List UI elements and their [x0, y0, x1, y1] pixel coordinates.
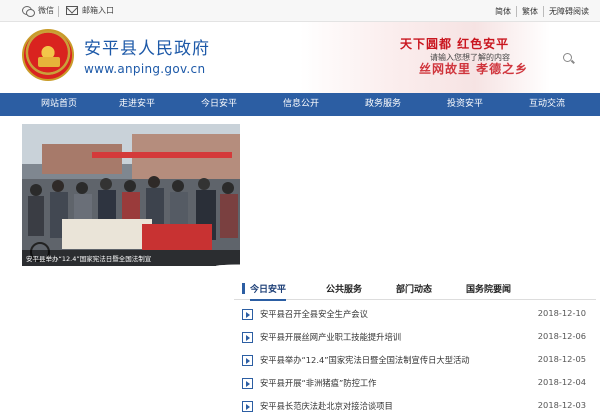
tab-department-news[interactable]: 部门动态: [396, 282, 432, 295]
search-input[interactable]: [430, 50, 560, 64]
news-title[interactable]: 安平县召开全县安全生产会议: [260, 308, 530, 320]
news-title[interactable]: 安平县开展“非洲猪瘟”防控工作: [260, 377, 530, 389]
main-nav: 网站首页 走进安平 今日安平 信息公开 政务服务 投资安平 互动交流: [0, 93, 600, 116]
tab-accent-mark: [242, 283, 245, 294]
tab-state-council-news[interactable]: 国务院要闻: [466, 282, 511, 295]
news-panel: 今日安平 公共服务 部门动态 国务院要闻 安平县召开全县安全生产会议 2018-…: [234, 274, 596, 412]
news-date: 2018-12-05: [537, 354, 586, 364]
news-title[interactable]: 安平县开展丝网产业职工技能提升培训: [260, 331, 530, 343]
news-title[interactable]: 安平县长范庆法赴北京对接洽谈项目: [260, 400, 530, 412]
language-links: 简体 繁体 无障碍阅读: [490, 6, 594, 17]
mail-icon: [66, 6, 78, 15]
site-header: 安平县人民政府 www.anping.gov.cn 天下圆都 红色安平 丝网故里…: [0, 22, 600, 93]
news-photo-carousel[interactable]: 安平县举办“12.4”国家宪法日暨全国法制宣: [22, 124, 240, 266]
play-arrow-icon: [242, 309, 253, 320]
news-list: 安平县召开全县安全生产会议 2018-12-10 安平县开展丝网产业职工技能提升…: [242, 305, 594, 412]
play-arrow-icon: [242, 355, 253, 366]
top-utility-bar: 微信 邮箱入口 简体 繁体 无障碍阅读: [0, 0, 600, 22]
link-simplified[interactable]: 简体: [490, 6, 516, 17]
nav-gov-services[interactable]: 政务服务: [342, 93, 424, 116]
mail-label: 邮箱入口: [82, 6, 114, 15]
tab-public-services[interactable]: 公共服务: [326, 282, 362, 295]
divider: [58, 6, 59, 17]
news-item[interactable]: 安平县长范庆法赴北京对接洽谈项目 2018-12-03: [242, 397, 594, 412]
wechat-label: 微信: [38, 6, 54, 15]
site-title[interactable]: 安平县人民政府: [84, 34, 210, 59]
carousel-caption-bar: 安平县举办“12.4”国家宪法日暨全国法制宣: [22, 250, 240, 266]
mail-link[interactable]: 邮箱入口: [66, 5, 114, 16]
wechat-link[interactable]: 微信: [22, 5, 54, 17]
news-date: 2018-12-04: [537, 377, 586, 387]
carousel-photo: [22, 124, 240, 266]
news-date: 2018-12-06: [537, 331, 586, 341]
link-traditional[interactable]: 繁体: [516, 6, 543, 17]
news-item[interactable]: 安平县开展“非洲猪瘟”防控工作 2018-12-04: [242, 374, 594, 397]
news-item[interactable]: 安平县举办“12.4”国家宪法日暨全国法制宣传日大型活动 2018-12-05: [242, 351, 594, 374]
news-item[interactable]: 安平县召开全县安全生产会议 2018-12-10: [242, 305, 594, 328]
play-arrow-icon: [242, 378, 253, 389]
carousel-dot[interactable]: [216, 264, 240, 266]
nav-interaction[interactable]: 互动交流: [506, 93, 588, 116]
carousel-caption[interactable]: 安平县举办“12.4”国家宪法日暨全国法制宣: [26, 253, 162, 263]
tab-today[interactable]: 今日安平: [250, 282, 287, 301]
news-item[interactable]: 安平县开展丝网产业职工技能提升培训 2018-12-06: [242, 328, 594, 351]
news-date: 2018-12-03: [537, 400, 586, 410]
nav-today[interactable]: 今日安平: [178, 93, 260, 116]
wechat-icon: [22, 5, 35, 17]
national-emblem-logo[interactable]: [22, 29, 74, 81]
link-accessible[interactable]: 无障碍阅读: [543, 6, 594, 17]
nav-investment[interactable]: 投资安平: [424, 93, 506, 116]
news-tabs: 今日安平 公共服务 部门动态 国务院要闻: [234, 274, 596, 301]
news-title[interactable]: 安平县举办“12.4”国家宪法日暨全国法制宣传日大型活动: [260, 354, 530, 366]
search-icon[interactable]: [563, 53, 572, 62]
nav-home[interactable]: 网站首页: [22, 93, 96, 116]
nav-about[interactable]: 走进安平: [96, 93, 178, 116]
emblem-detail: [38, 57, 60, 67]
play-arrow-icon: [242, 332, 253, 343]
site-url: www.anping.gov.cn: [84, 62, 206, 76]
news-date: 2018-12-10: [537, 308, 586, 318]
nav-info-disclosure[interactable]: 信息公开: [260, 93, 342, 116]
play-arrow-icon: [242, 401, 253, 412]
